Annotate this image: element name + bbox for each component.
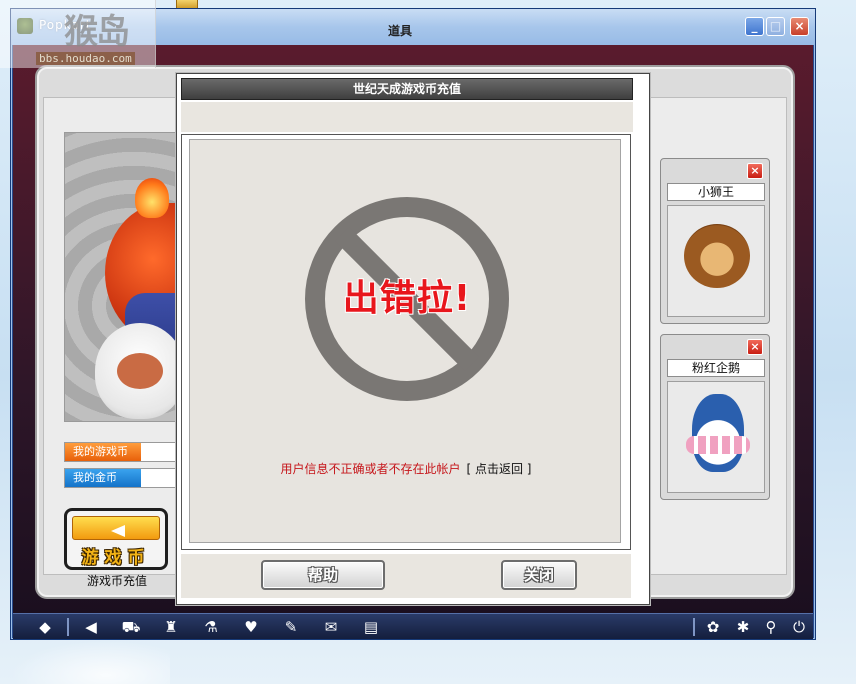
my-game-coins-label: 我的游戏币 bbox=[65, 443, 141, 461]
scarf-decoration bbox=[686, 436, 750, 454]
wrench-icon[interactable]: ✎ bbox=[281, 617, 301, 637]
recharge-dialog: 世纪天成游戏币充值 出错拉! 用户信息不正确或者不存在此帐户 [ 点击返回 ] 帮… bbox=[176, 73, 650, 605]
dialog-content: 出错拉! 用户信息不正确或者不存在此帐户 [ 点击返回 ] bbox=[189, 139, 621, 543]
community-icon[interactable]: ✿ bbox=[703, 617, 723, 637]
bottom-toolbar: ◆ ◀ ⛟ ♜ ⚗ ♥ ✎ ✉ ▤ ✿ ✱ ⚲ ⏻ bbox=[13, 613, 813, 639]
item-card[interactable]: × 粉红企鹅 bbox=[660, 334, 770, 500]
scroll-icon[interactable]: ✉ bbox=[321, 617, 341, 637]
maximize-button[interactable]: □ bbox=[766, 17, 785, 36]
dialog-body: 出错拉! 用户信息不正确或者不存在此帐户 [ 点击返回 ] bbox=[181, 134, 631, 550]
recharge-caption: 游戏币充值 bbox=[86, 574, 147, 588]
pet-cat-face bbox=[117, 353, 163, 389]
my-gold-label: 我的金币 bbox=[65, 469, 141, 487]
toolbar-separator bbox=[67, 618, 69, 636]
shop-title: 道具 bbox=[388, 24, 413, 38]
item-image bbox=[667, 381, 765, 493]
remove-item-button[interactable]: × bbox=[747, 339, 763, 355]
help-button[interactable]: 帮助 bbox=[261, 560, 385, 590]
power-icon[interactable]: ⏻ bbox=[789, 617, 809, 637]
dialog-strip bbox=[181, 102, 633, 132]
heart-icon[interactable]: ♥ bbox=[241, 617, 261, 637]
recharge-button-text: 游戏币 bbox=[81, 548, 151, 568]
remove-item-button[interactable]: × bbox=[747, 163, 763, 179]
watermark: 猴岛 bbs.houdao.com bbox=[0, 0, 156, 68]
toolbar-separator bbox=[693, 618, 695, 636]
error-title: 出错拉! bbox=[342, 278, 472, 319]
penguin-icon bbox=[692, 394, 744, 472]
recharge-button-top bbox=[72, 516, 160, 540]
item-image bbox=[667, 205, 765, 317]
desktop-decoration bbox=[10, 640, 170, 684]
back-icon[interactable]: ◀ bbox=[81, 617, 101, 637]
item-name: 粉红企鹅 bbox=[667, 359, 765, 377]
message-line: 用户信息不正确或者不存在此帐户 [ 点击返回 ] bbox=[190, 460, 622, 477]
close-button[interactable]: 关闭 bbox=[501, 560, 577, 590]
flame-decoration bbox=[135, 178, 169, 218]
close-window-button[interactable]: × bbox=[790, 17, 809, 36]
trophy-icon[interactable]: ♜ bbox=[161, 617, 181, 637]
prohibited-icon: 出错拉! bbox=[304, 196, 510, 402]
home-icon[interactable]: ◆ bbox=[35, 617, 55, 637]
item-name: 小狮王 bbox=[667, 183, 765, 201]
recharge-game-coins-button[interactable]: 游戏币 bbox=[64, 508, 168, 570]
potion-icon[interactable]: ⚗ bbox=[201, 617, 221, 637]
dialog-footer: 帮助 关闭 bbox=[181, 554, 631, 598]
book-icon[interactable]: ▤ bbox=[361, 617, 381, 637]
watermark-logo: 猴岛 bbox=[64, 12, 130, 52]
minimize-button[interactable]: _ bbox=[745, 17, 764, 36]
cart-icon[interactable]: ⛟ bbox=[121, 617, 141, 637]
arrow-left-icon bbox=[111, 525, 125, 537]
item-card[interactable]: × 小狮王 bbox=[660, 158, 770, 324]
return-link[interactable]: [ 点击返回 ] bbox=[467, 462, 532, 476]
error-message: 用户信息不正确或者不存在此帐户 bbox=[280, 462, 461, 476]
settings-icon[interactable]: ✱ bbox=[733, 617, 753, 637]
search-icon[interactable]: ⚲ bbox=[761, 617, 781, 637]
dialog-title: 世纪天成游戏币充值 bbox=[181, 78, 633, 100]
lion-icon bbox=[684, 224, 750, 288]
watermark-url: bbs.houdao.com bbox=[36, 52, 135, 65]
